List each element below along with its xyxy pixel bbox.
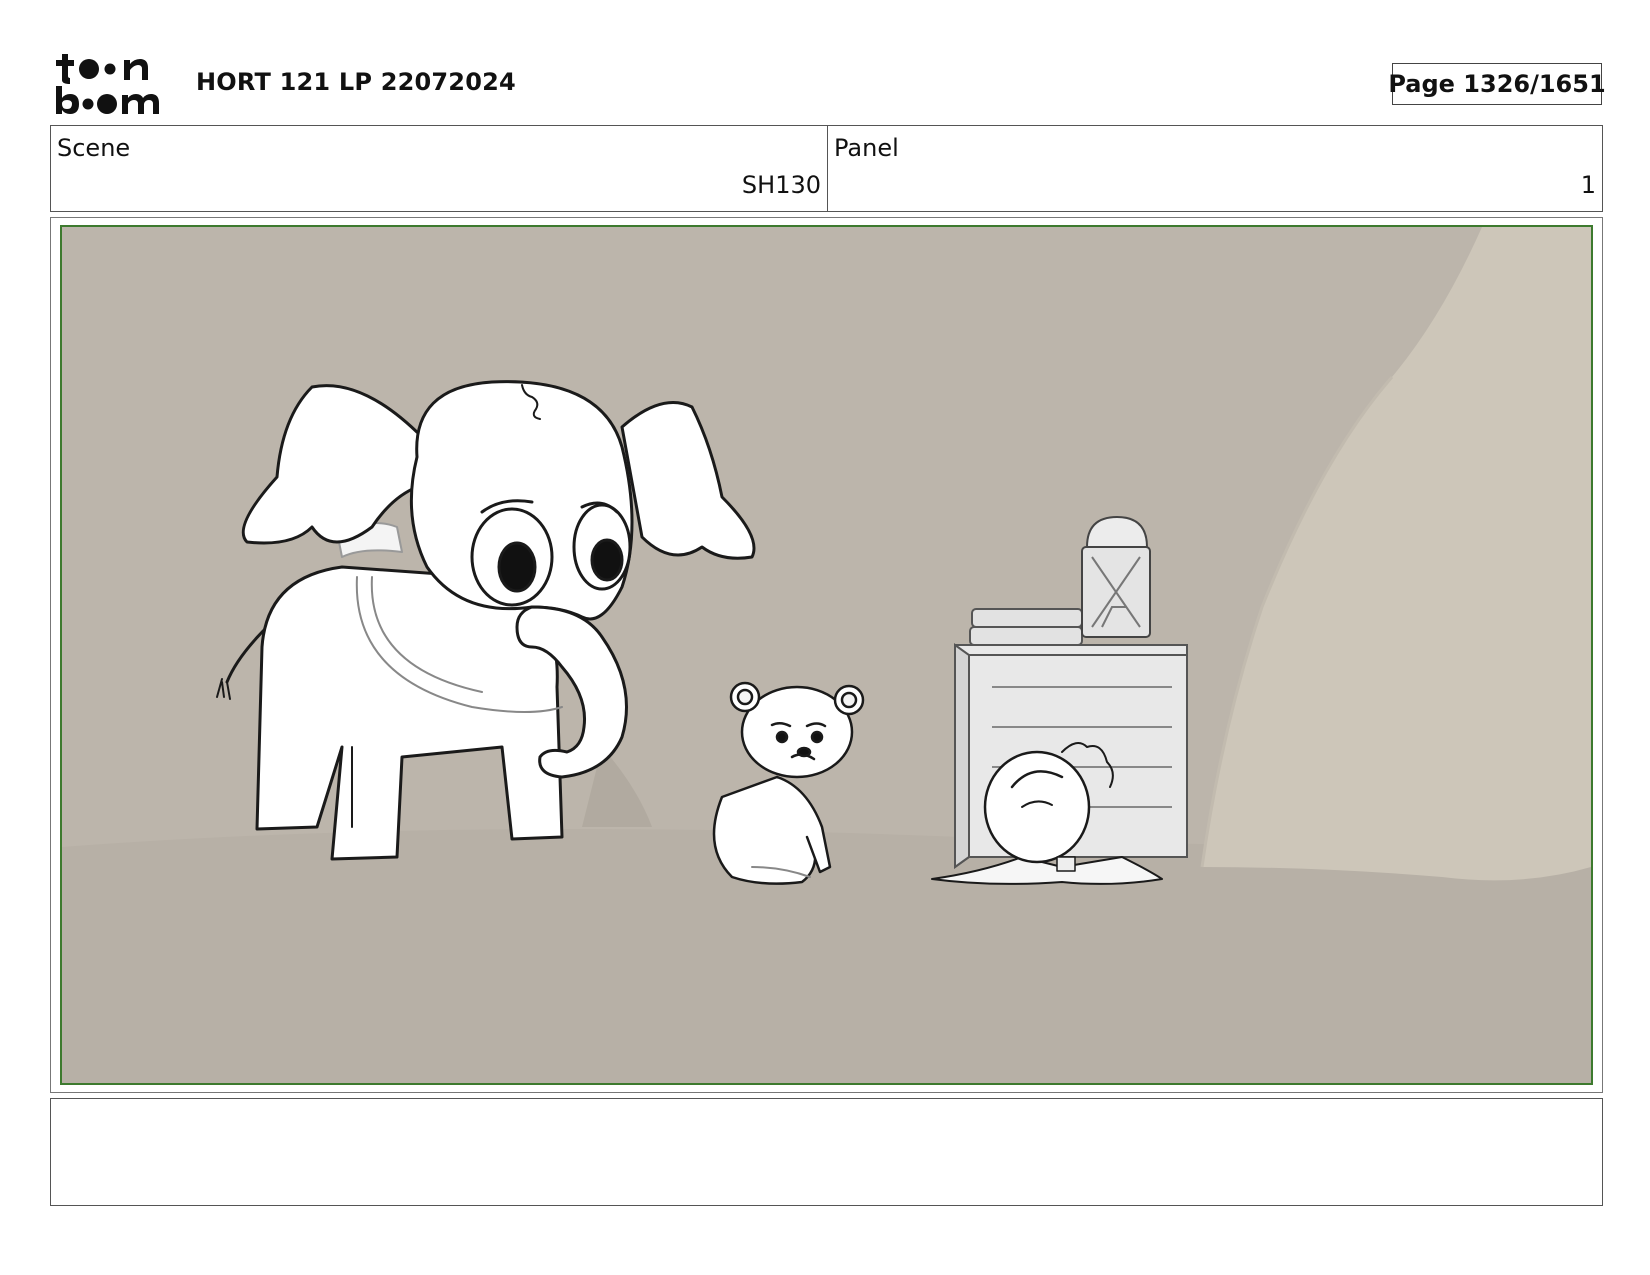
panel-value: 1 <box>1580 171 1596 199</box>
scene-label: Scene <box>57 134 131 162</box>
storyboard-illustration <box>62 227 1591 1083</box>
toon-boom-logo <box>56 54 159 114</box>
stacked-books <box>969 608 1083 646</box>
panel-cell: Panel 1 <box>828 126 1602 211</box>
scene-panel-info-row: Scene SH130 Panel 1 <box>50 125 1603 212</box>
document-title: HORT 121 LP 22072024 <box>196 68 516 96</box>
lantern <box>1081 515 1151 638</box>
storyboard-frame <box>60 225 1593 1085</box>
scene-cell: Scene SH130 <box>51 126 828 211</box>
page-indicator: Page 1326/1651 <box>1388 63 1606 105</box>
notes-box <box>50 1098 1603 1206</box>
panel-label: Panel <box>834 134 899 162</box>
scene-value: SH130 <box>741 171 821 199</box>
